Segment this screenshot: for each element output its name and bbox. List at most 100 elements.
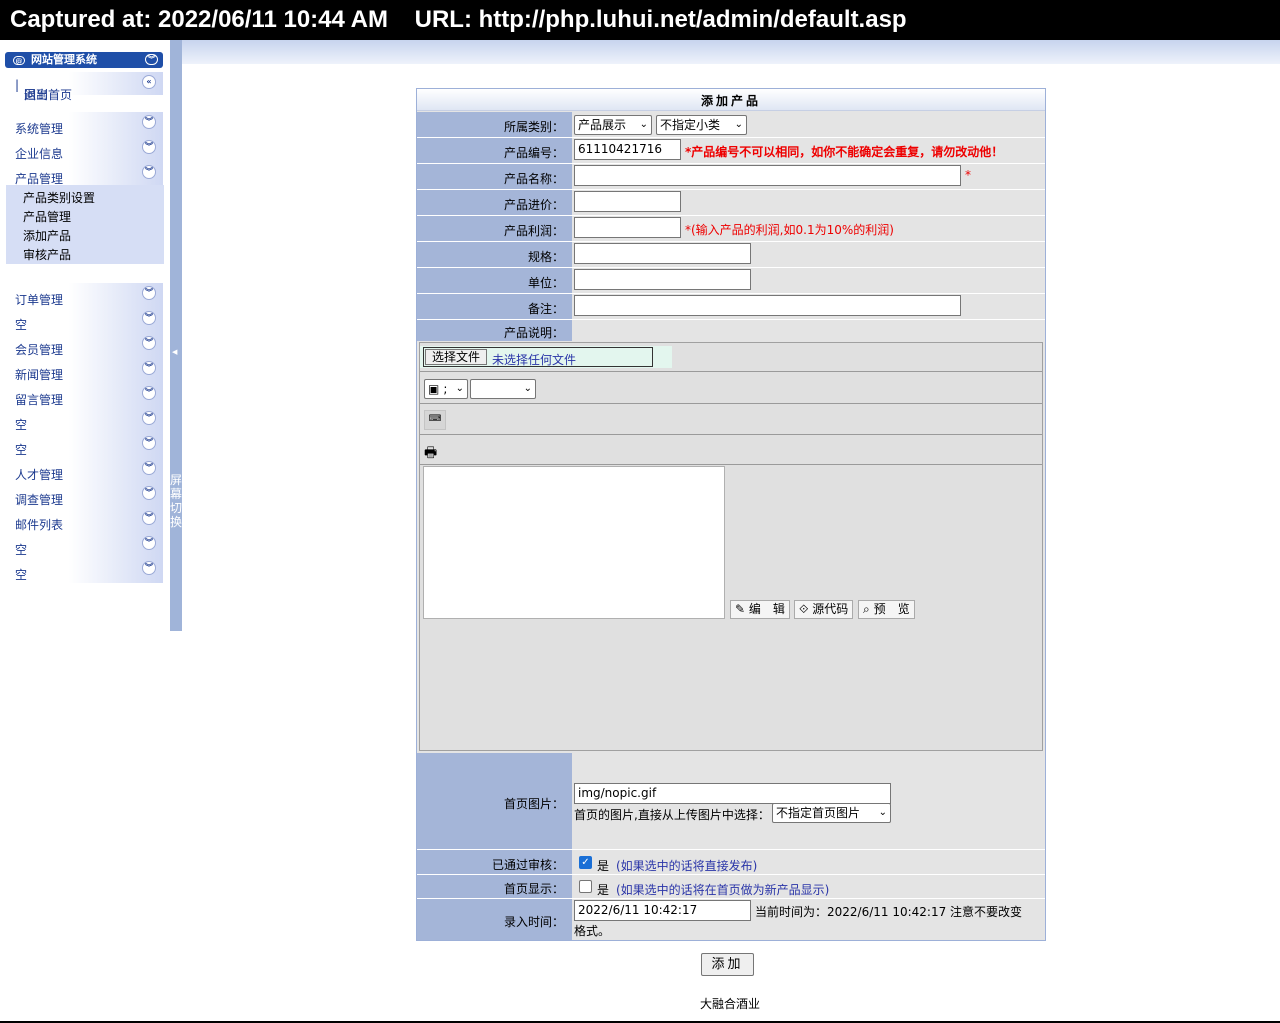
remark-label: 备注： (527, 302, 564, 316)
mode-edit-button[interactable]: ✎ 编 辑 (730, 600, 790, 619)
screen-toggle-label[interactable]: 屏幕切换 (170, 473, 182, 529)
submenu-review-product[interactable]: 审核产品 (23, 246, 71, 263)
category-row: 所属类别： 产品展示 ⌄ 不指定小类 ⌄ (417, 112, 1045, 138)
approved-label: 已通过审核： (491, 858, 564, 872)
entry-time-note: 当前时间为：2022/6/11 10:42:17 注意不要改变格式。 (574, 905, 1023, 938)
collapse-sidebar-icon[interactable]: « (142, 75, 156, 89)
product-name-input[interactable] (574, 165, 961, 186)
expand-icon[interactable]: ︾ (142, 536, 156, 550)
expand-icon[interactable]: ︾ (142, 411, 156, 425)
remark-input[interactable] (574, 295, 961, 316)
home-show-label: 首页显示： (503, 882, 564, 896)
name-row: 产品名称： * (417, 164, 1045, 190)
sidebar-item-messages[interactable]: 留言管理 ︾ (6, 383, 163, 408)
cost-label: 产品进价： (503, 198, 564, 212)
magnifier-icon: ⌕ (863, 602, 870, 616)
expand-icon[interactable]: ︾ (142, 115, 156, 129)
expand-icon[interactable]: ︾ (142, 286, 156, 300)
expand-icon[interactable]: ︾ (142, 561, 156, 575)
sidebar-item-empty[interactable]: 空 ︾ (6, 558, 163, 583)
sidebar-item-orders[interactable]: 订单管理 ︾ (6, 283, 163, 308)
expand-icon[interactable]: ︾ (142, 361, 156, 375)
profit-note: *(输入产品的利润,如0.1为10%的利润) (685, 223, 894, 237)
sidebar-item-news[interactable]: 新闻管理 ︾ (6, 358, 163, 383)
remark-row: 备注： (417, 294, 1045, 320)
sidebar-item-empty[interactable]: 空 ︾ (6, 408, 163, 433)
home-picture-input[interactable]: img/nopic.gif (574, 783, 891, 804)
code-row: 产品编号： 61110421716 *产品编号不可以相同，如你不能确定会重复，请… (417, 138, 1045, 164)
home-picture-row: 首页图片： img/nopic.gif 首页的图片,直接从上传图片中选择： 不指… (417, 753, 1045, 850)
sidebar-item-products[interactable]: 产品管理 ︾ (6, 162, 163, 187)
entry-time-label: 录入时间： (503, 915, 564, 929)
expand-icon[interactable]: ︾ (142, 461, 156, 475)
unit-row: 单位： (417, 268, 1045, 294)
sidebar-item-members[interactable]: 会员管理 ︾ (6, 333, 163, 358)
profit-input[interactable] (574, 217, 681, 238)
submenu-category-settings[interactable]: 产品类别设置 (23, 189, 95, 206)
arrow-left-icon[interactable]: ◀ (172, 348, 177, 356)
rich-text-editor: 选择文件 未选择任何文件 ▣; ⌄ ⌄ ⌨ 🖶 ✎ 编 辑 ⟐ 源代码 ⌕ 预 览 (419, 342, 1043, 751)
expand-icon[interactable]: ︾ (142, 386, 156, 400)
category-select[interactable]: 产品展示 ⌄ (574, 115, 652, 135)
screen-toggle-splitter[interactable]: ◀ 屏幕切换 (170, 40, 182, 631)
unit-input[interactable] (574, 269, 751, 290)
home-show-row: 首页显示： 是 (如果选中的话将在首页做为新产品显示) (417, 875, 1045, 899)
chevron-down-icon: ⌄ (878, 807, 887, 818)
file-input[interactable]: 选择文件 未选择任何文件 (423, 347, 653, 367)
profit-label: 产品利润： (503, 224, 564, 238)
font-size-select[interactable]: ⌄ (470, 379, 536, 399)
expand-icon[interactable]: ︾ (142, 140, 156, 154)
sidebar-item-empty[interactable]: 空 ︾ (6, 308, 163, 333)
subcategory-select[interactable]: 不指定小类 ⌄ (656, 115, 747, 135)
chevron-down-icon: ⌄ (734, 119, 743, 130)
keyboard-icon[interactable]: ⌨ (424, 410, 446, 430)
sidebar-item-company[interactable]: 企业信息 ︾ (6, 137, 163, 162)
approved-checkbox[interactable]: ✓ (579, 856, 592, 869)
mode-preview-button[interactable]: ⌕ 预 览 (858, 600, 915, 619)
expand-icon[interactable]: ︾ (142, 511, 156, 525)
submenu-product-manage[interactable]: 产品管理 (23, 208, 71, 225)
product-code-input[interactable]: 61110421716 (574, 139, 681, 160)
top-band (182, 40, 1280, 64)
approved-note: (如果选中的话将直接发布) (616, 859, 758, 873)
print-icon[interactable]: 🖶 (424, 442, 437, 466)
submenu-add-product[interactable]: 添加产品 (23, 227, 71, 244)
expand-icon[interactable]: ︾ (142, 336, 156, 350)
editor-font-bar: ▣; ⌄ ⌄ (420, 373, 1042, 404)
file-status: 未选择任何文件 (492, 353, 577, 367)
cost-row: 产品进价： (417, 190, 1045, 216)
format-select[interactable]: ▣; ⌄ (424, 379, 468, 399)
add-button[interactable]: 添加 (701, 953, 754, 976)
required-mark: * (965, 168, 971, 182)
sidebar-item-talent[interactable]: 人才管理 ︾ (6, 458, 163, 483)
editor-toolbar-2: 🖶 (420, 436, 1042, 465)
approved-row: 已通过审核： ✓ 是 (如果选中的话将直接发布) (417, 851, 1045, 875)
description-label: 产品说明： (503, 326, 564, 340)
editor-content-area[interactable] (423, 466, 725, 619)
collapse-all-icon[interactable]: ︾ (145, 54, 158, 65)
unit-label: 单位： (527, 276, 564, 290)
choose-file-button[interactable]: 选择文件 (425, 349, 488, 365)
sidebar-item-survey[interactable]: 调查管理 ︾ (6, 483, 163, 508)
capture-banner: Captured at: 2022/06/11 10:44 AM URL: ht… (0, 0, 1280, 40)
editor-toolbar-1: ⌨ (420, 405, 1042, 435)
chevron-down-icon: ⌄ (639, 119, 648, 130)
sidebar-item-system[interactable]: 系统管理 ︾ (6, 112, 163, 137)
add-product-form: 添加产品 所属类别： 产品展示 ⌄ 不指定小类 ⌄ 产品编号： 6111042171… (416, 88, 1046, 941)
expand-icon[interactable]: ︾ (142, 436, 156, 450)
chevron-down-icon: ⌄ (455, 383, 464, 394)
sidebar-item-mail-list[interactable]: 邮件列表 ︾ (6, 508, 163, 533)
editor-upload-bar: 选择文件 未选择任何文件 (420, 343, 1042, 372)
mode-source-button[interactable]: ⟐ 源代码 (794, 600, 854, 619)
home-picture-select[interactable]: 不指定首页图片 ⌄ (772, 803, 891, 823)
spec-input[interactable] (574, 243, 751, 264)
sidebar-item-empty[interactable]: 空 ︾ (6, 433, 163, 458)
sidebar-item-empty[interactable]: 空 ︾ (6, 533, 163, 558)
cost-input[interactable] (574, 191, 681, 212)
home-show-checkbox[interactable] (579, 880, 592, 893)
logout-link[interactable]: 退出 (24, 86, 48, 103)
expand-icon[interactable]: ︾ (142, 486, 156, 500)
expand-icon[interactable]: ︾ (142, 165, 156, 179)
expand-icon[interactable]: ︾ (142, 311, 156, 325)
profit-row: 产品利润： *(输入产品的利润,如0.1为10%的利润) (417, 216, 1045, 242)
